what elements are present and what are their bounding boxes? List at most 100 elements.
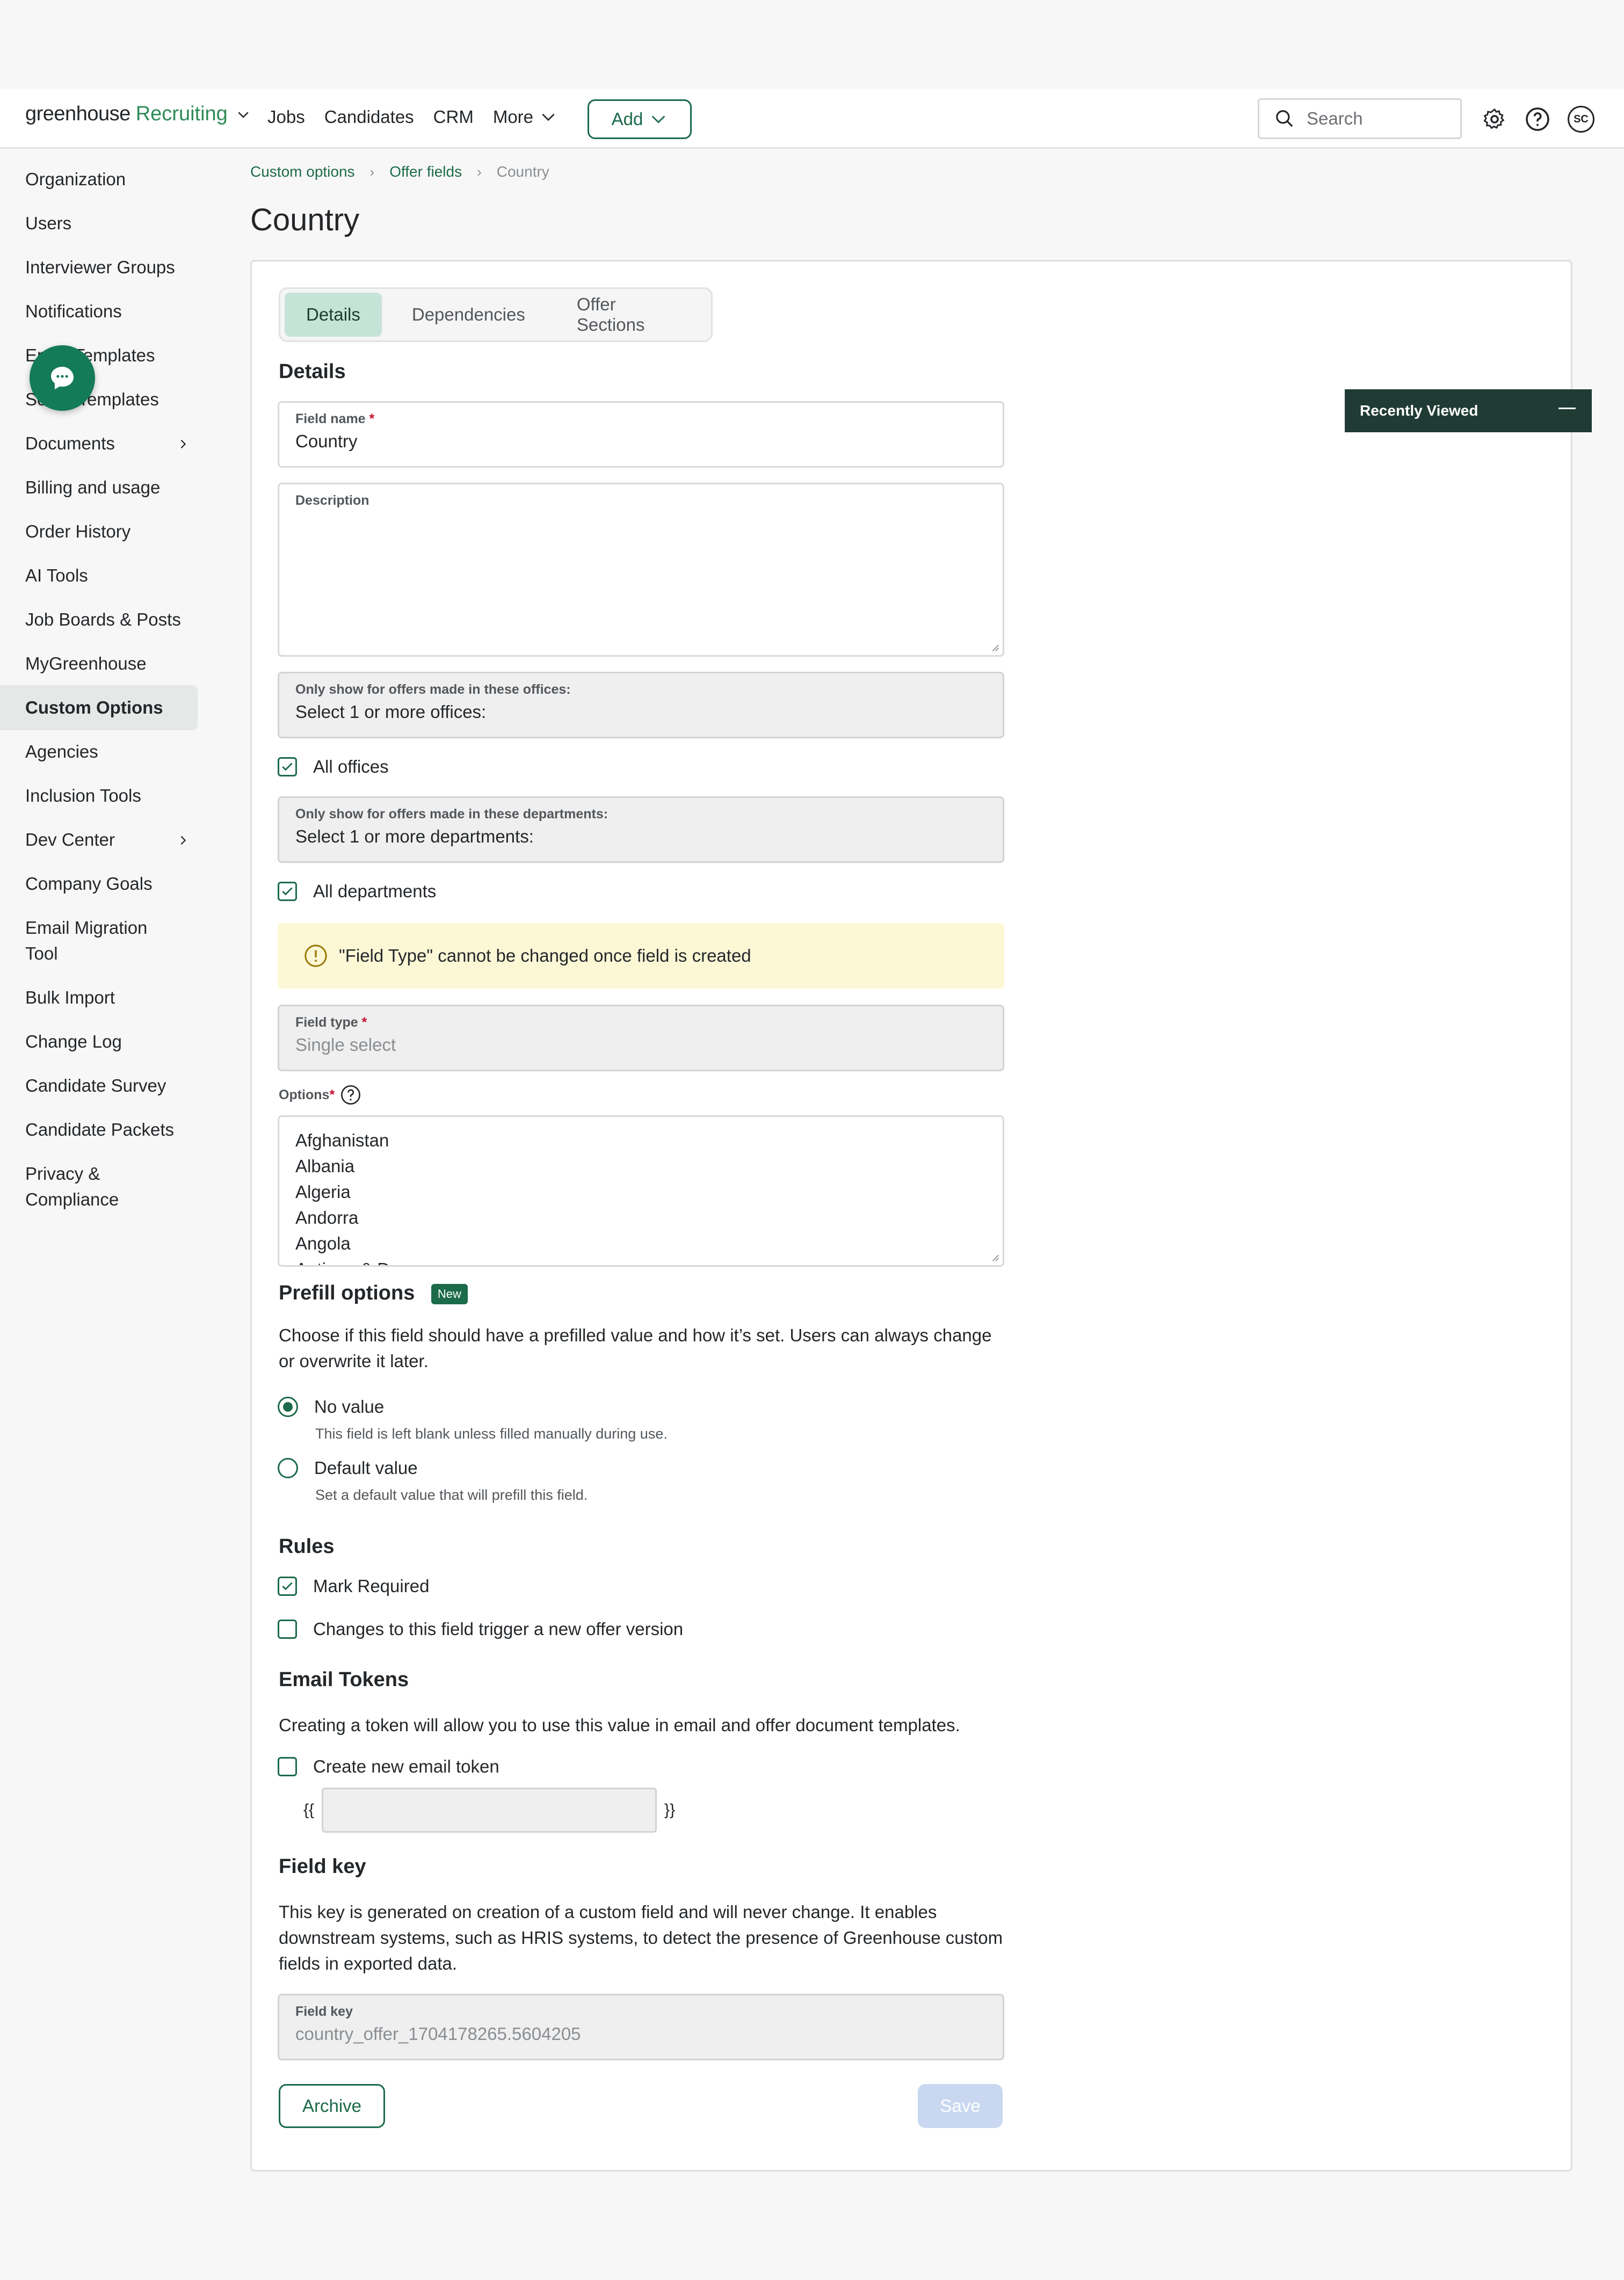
field-type-select: Field type * Single select (278, 1005, 1004, 1071)
field-key-description: This key is generated on creation of a c… (279, 1902, 1003, 1973)
nav-candidates[interactable]: Candidates (324, 107, 414, 127)
search-input[interactable]: Search (1258, 98, 1462, 139)
sidebar-item-candidate-packets[interactable]: Candidate Packets (0, 1117, 199, 1143)
token-input[interactable] (322, 1788, 657, 1833)
no-value-radio[interactable] (278, 1397, 298, 1417)
departments-label: Only show for offers made in these depar… (295, 807, 608, 822)
nav-crm[interactable]: CRM (433, 107, 474, 127)
sidebar-item-candidate-survey[interactable]: Candidate Survey (0, 1073, 199, 1099)
create-token-checkbox[interactable] (278, 1757, 297, 1776)
sidebar-item-privacy[interactable]: Privacy & Compliance (0, 1161, 150, 1212)
nav-jobs[interactable]: Jobs (267, 107, 305, 127)
sidebar-item-order-history[interactable]: Order History (0, 519, 199, 544)
main-nav-links: Jobs Candidates CRM More (267, 107, 576, 127)
sidebar-item-social-templates[interactable]: Social Templates (0, 387, 199, 412)
field-name-value: Country (295, 431, 358, 451)
chevron-down-icon (652, 115, 665, 124)
resize-handle-icon[interactable] (990, 642, 999, 652)
resize-handle-icon[interactable] (990, 1252, 999, 1262)
sidebar-item-email-migration[interactable]: Email Migration Tool (0, 915, 161, 967)
new-offer-version-checkbox[interactable] (278, 1620, 297, 1639)
required-asterisk: * (369, 411, 375, 426)
help-icon[interactable] (340, 1084, 361, 1106)
prefill-heading: Prefill options New (279, 1282, 468, 1305)
options-label-text: Options (279, 1087, 330, 1102)
recently-viewed-panel[interactable]: Recently Viewed (1345, 389, 1592, 432)
all-offices-label: All offices (313, 757, 389, 776)
field-name-input[interactable]: Field name * Country (278, 401, 1004, 468)
option-item: Albania (295, 1156, 355, 1176)
minimize-icon[interactable] (1558, 408, 1576, 409)
save-button[interactable]: Save (918, 2084, 1003, 2128)
breadcrumb-current: Country (496, 163, 549, 180)
tab-dependencies[interactable]: Dependencies (390, 293, 547, 337)
no-value-label: No value (314, 1397, 385, 1417)
checkmark-icon (282, 763, 293, 771)
sidebar-item-users[interactable]: Users (0, 210, 199, 236)
details-heading: Details (279, 360, 346, 383)
breadcrumb-offer-fields[interactable]: Offer fields (389, 163, 462, 180)
default-value-radio[interactable] (278, 1458, 298, 1478)
warning-text: "Field Type" cannot be changed once fiel… (339, 946, 751, 965)
sidebar-item-custom-options[interactable]: Custom Options (0, 685, 198, 730)
option-item: Antigua & Deps (295, 1257, 987, 1265)
sidebar-item-documents[interactable]: Documents (0, 431, 199, 456)
required-asterisk: * (361, 1015, 367, 1030)
option-item: Angola (295, 1233, 351, 1253)
settings-sidebar: Organization Users Interviewer Groups No… (0, 166, 199, 1231)
sidebar-item-bulk-import[interactable]: Bulk Import (0, 985, 199, 1011)
new-badge: New (431, 1283, 468, 1304)
all-offices-checkbox[interactable] (278, 757, 297, 776)
settings-gear-icon[interactable] (1481, 106, 1508, 133)
tab-details[interactable]: Details (285, 293, 382, 337)
sidebar-item-organization[interactable]: Organization (0, 166, 199, 192)
checkmark-icon (282, 1582, 293, 1591)
description-label: Description (295, 493, 369, 508)
email-tokens-description: Creating a token will allow you to use t… (279, 1715, 960, 1735)
sidebar-item-email-templates[interactable]: Email Templates (0, 343, 199, 368)
checkmark-icon (282, 887, 293, 896)
chat-button[interactable] (30, 345, 95, 411)
sidebar-item-mygreenhouse[interactable]: MyGreenhouse (0, 651, 199, 677)
options-textarea[interactable]: Afghanistan Albania Algeria Andorra Ango… (278, 1115, 1004, 1267)
field-key-input: Field key country_offer_1704178265.56042… (278, 1994, 1004, 2060)
no-value-row: No value (278, 1397, 384, 1417)
brand-logo[interactable]: greenhouse Recruiting (25, 103, 251, 126)
default-value-row: Default value (278, 1458, 418, 1478)
sidebar-item-job-boards[interactable]: Job Boards & Posts (0, 607, 199, 633)
new-offer-version-label: Changes to this field trigger a new offe… (313, 1619, 684, 1639)
sidebar-item-notifications[interactable]: Notifications (0, 299, 199, 324)
sidebar-item-inclusion-tools[interactable]: Inclusion Tools (0, 783, 199, 809)
add-button[interactable]: Add (588, 99, 692, 139)
sidebar-item-agencies[interactable]: Agencies (0, 739, 199, 765)
help-icon[interactable] (1524, 106, 1551, 133)
sidebar-item-company-goals[interactable]: Company Goals (0, 871, 199, 897)
new-offer-version-row: Changes to this field trigger a new offe… (278, 1619, 683, 1639)
tab-offer-sections[interactable]: Offer Sections (555, 293, 707, 337)
breadcrumb-custom-options[interactable]: Custom options (250, 163, 355, 180)
archive-button[interactable]: Archive (279, 2084, 385, 2128)
page-title: Country (250, 202, 360, 237)
sidebar-item-change-log[interactable]: Change Log (0, 1029, 199, 1055)
sidebar-item-interviewer-groups[interactable]: Interviewer Groups (0, 255, 199, 280)
brand-product: Recruiting (135, 103, 228, 125)
user-avatar[interactable]: SC (1568, 106, 1594, 133)
sidebar-item-ai-tools[interactable]: AI Tools (0, 563, 199, 589)
nav-more[interactable]: More (493, 107, 557, 127)
description-textarea[interactable]: Description (278, 483, 1004, 657)
all-departments-checkbox[interactable] (278, 882, 297, 901)
field-type-value: Single select (295, 1035, 396, 1055)
offices-select[interactable]: Only show for offers made in these offic… (278, 672, 1004, 738)
sidebar-item-billing[interactable]: Billing and usage (0, 475, 199, 500)
recently-viewed-label: Recently Viewed (1360, 402, 1478, 419)
field-key-heading: Field key (279, 1855, 366, 1878)
sidebar-item-dev-center[interactable]: Dev Center (0, 827, 199, 853)
chevron-down-icon (542, 113, 555, 121)
departments-select[interactable]: Only show for offers made in these depar… (278, 796, 1004, 863)
field-key-value: country_offer_1704178265.5604205 (295, 2024, 581, 2044)
mark-required-checkbox[interactable] (278, 1577, 297, 1596)
sidebar-item-label: Documents (25, 433, 115, 453)
prefill-description: Choose if this field should have a prefi… (279, 1325, 992, 1371)
field-name-label-text: Field name (295, 411, 366, 426)
options-label-row: Options* (279, 1084, 361, 1106)
